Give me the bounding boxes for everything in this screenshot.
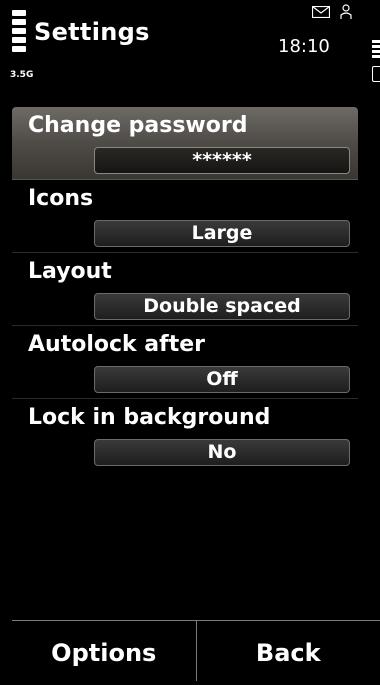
setting-change-password[interactable]: Change password ******: [12, 107, 358, 180]
setting-value-field[interactable]: Large: [94, 220, 350, 247]
page-title: Settings: [34, 18, 150, 46]
setting-label: Lock in background: [28, 405, 270, 430]
settings-list: Change password ****** Icons Large Layou…: [12, 107, 358, 471]
signal-icon: [12, 10, 28, 58]
network-type-label: 3.5G: [10, 70, 33, 80]
mail-icon: [312, 6, 330, 18]
setting-label: Icons: [28, 186, 93, 211]
setting-autolock-after[interactable]: Autolock after Off: [12, 326, 358, 399]
setting-label: Layout: [28, 259, 112, 284]
person-icon: [340, 4, 352, 20]
setting-label: Autolock after: [28, 332, 205, 357]
setting-value-field[interactable]: ******: [94, 147, 350, 174]
softkey-bar: Options Back: [12, 620, 380, 681]
setting-label: Change password: [28, 113, 247, 138]
setting-value-field[interactable]: Double spaced: [94, 293, 350, 320]
battery-icon: [372, 40, 380, 84]
setting-value-field[interactable]: Off: [94, 366, 350, 393]
clock: 18:10: [278, 36, 330, 57]
options-softkey[interactable]: Options: [12, 621, 196, 681]
setting-value-field[interactable]: No: [94, 439, 350, 466]
setting-lock-in-background[interactable]: Lock in background No: [12, 399, 358, 471]
back-softkey[interactable]: Back: [197, 621, 380, 681]
setting-icons[interactable]: Icons Large: [12, 180, 358, 253]
status-bar: Settings 3.5G 18:10: [0, 0, 380, 100]
setting-layout[interactable]: Layout Double spaced: [12, 253, 358, 326]
